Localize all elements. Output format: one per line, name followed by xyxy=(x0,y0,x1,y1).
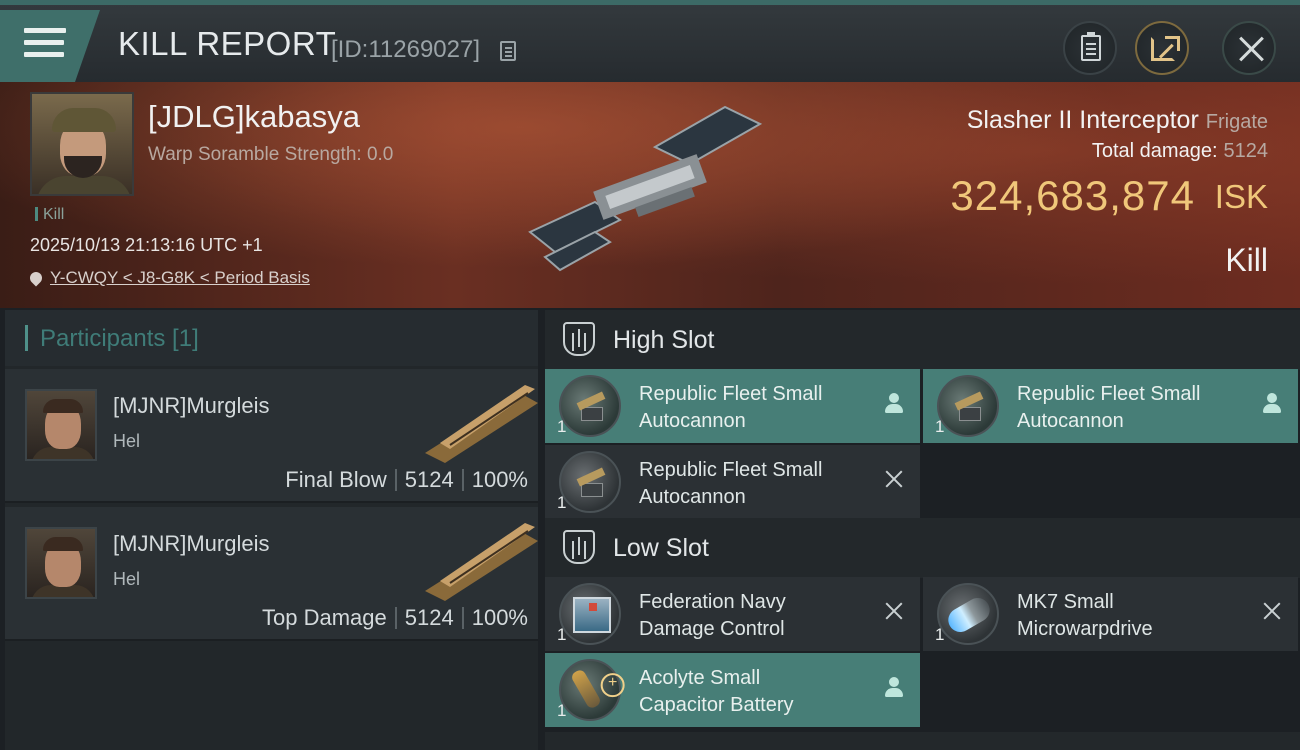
page-title: KILL REPORT xyxy=(118,25,337,62)
participant-row[interactable]: [MJNR]Murgleis Hel Top Damage 5124 100% xyxy=(5,507,538,641)
header-accent-bar xyxy=(25,325,28,351)
location-link[interactable]: Y-CWQY < J8-G8K < Period Basis xyxy=(27,268,310,288)
victim-name[interactable]: [JDLG]kabasya xyxy=(148,99,360,135)
total-damage-label: Total damage: xyxy=(1091,140,1218,162)
capacitor-battery-icon xyxy=(559,659,621,721)
participant-stats: Top Damage 5124 100% xyxy=(262,605,528,631)
high-slot-icon xyxy=(563,322,595,356)
pilot-icon xyxy=(882,675,906,699)
total-damage: Total damage: 5124 xyxy=(1092,140,1268,163)
participant-ship: Hel xyxy=(113,569,141,589)
module-name: Acolyte Small Capacitor Battery xyxy=(639,667,794,716)
participant-role: Final Blow xyxy=(285,467,387,492)
menu-button[interactable] xyxy=(0,10,100,82)
clipboard-icon xyxy=(1081,32,1101,61)
autocannon-icon xyxy=(937,375,999,437)
share-button[interactable] xyxy=(1135,21,1189,75)
clipboard-button[interactable] xyxy=(1063,21,1117,75)
module-item[interactable]: 1 Acolyte SmallCapacitor Battery xyxy=(545,653,920,727)
damage-control-icon xyxy=(559,583,621,645)
low-slot-icon xyxy=(563,530,595,564)
module-item[interactable]: 1 Federation Navy Damage Control xyxy=(545,577,920,651)
participants-title: Participants [1] xyxy=(40,325,199,352)
participant-ship-image xyxy=(425,523,538,601)
module-item[interactable]: 1 MK7 Small Microwarpdrive xyxy=(923,577,1298,651)
module-quantity: 1 xyxy=(557,493,567,512)
next-slot-header-partial xyxy=(545,732,1300,750)
participant-row[interactable]: [MJNR]Murgleis Hel Final Blow 5124 100% xyxy=(5,369,538,503)
destroyed-x-icon xyxy=(882,467,906,491)
participant-ship-image xyxy=(425,385,538,463)
module-name: MK7 Small Microwarpdrive xyxy=(1017,591,1153,640)
victim-ship-name[interactable]: Slasher II Interceptor Frigate xyxy=(967,106,1268,135)
participants-panel: Participants [1] [MJNR]Murgleis Hel Fina… xyxy=(5,310,538,750)
autocannon-icon xyxy=(559,375,621,437)
module-quantity: 1 xyxy=(935,417,945,436)
participant-name[interactable]: [MJNR]Murgleis xyxy=(113,393,269,419)
participant-avatar[interactable] xyxy=(25,527,97,599)
module-quantity: 1 xyxy=(557,625,567,644)
participant-name[interactable]: [MJNR]Murgleis xyxy=(113,531,269,557)
report-id: [ID:11269027] xyxy=(331,36,481,63)
destroyed-x-icon xyxy=(1260,599,1284,623)
participant-stats: Final Blow 5124 100% xyxy=(285,467,528,493)
low-slot-header: Low Slot xyxy=(545,518,1300,578)
ship-class: Frigate xyxy=(1205,111,1268,133)
participant-avatar[interactable] xyxy=(25,389,97,461)
module-item[interactable]: 1 Republic Fleet Small Autocannon xyxy=(545,445,920,519)
participant-damage: 5124 xyxy=(404,605,454,630)
module-item[interactable]: 1 Republic Fleet Small Autocannon xyxy=(545,369,920,443)
close-button[interactable] xyxy=(1222,21,1276,75)
module-item[interactable]: 1 Republic Fleet Small Autocannon xyxy=(923,369,1298,443)
module-name: Republic Fleet Small Autocannon xyxy=(639,459,823,508)
pilot-icon xyxy=(1260,391,1284,415)
close-icon xyxy=(1239,36,1264,62)
participants-header: Participants [1] xyxy=(5,310,538,366)
victim-ship-image xyxy=(528,105,763,272)
microwarpdrive-icon xyxy=(937,583,999,645)
pilot-icon xyxy=(882,391,906,415)
module-quantity: 1 xyxy=(935,625,945,644)
module-name: Republic Fleet Small Autocannon xyxy=(1017,383,1201,432)
destroyed-x-icon xyxy=(882,599,906,623)
hamburger-icon[interactable] xyxy=(24,28,66,60)
victim-avatar[interactable] xyxy=(30,92,134,196)
warp-scramble-strength: Warp Soramble Strength: 0.0 xyxy=(148,144,394,165)
result-label: Kill xyxy=(1225,242,1268,278)
module-quantity: 1 xyxy=(557,701,567,720)
autocannon-icon xyxy=(559,451,621,513)
high-slot-title: High Slot xyxy=(613,326,715,354)
location-pin-icon xyxy=(27,269,45,287)
copy-icon[interactable] xyxy=(500,41,516,61)
kill-tag: Kill xyxy=(35,206,64,224)
ship-name-text: Slasher II Interceptor xyxy=(966,106,1199,134)
module-name: Republic Fleet Small Autocannon xyxy=(639,383,823,432)
participant-damage: 5124 xyxy=(404,467,454,492)
kill-timestamp: 2025/10/13 21:13:16 UTC +1 xyxy=(30,235,263,255)
share-icon xyxy=(1151,36,1180,61)
isk-unit: ISK xyxy=(1214,178,1268,215)
participant-role: Top Damage xyxy=(262,605,387,630)
header-bar: KILL REPORT [ID:11269027] xyxy=(0,0,1300,82)
total-damage-value: 5124 xyxy=(1223,140,1269,162)
participant-percent: 100% xyxy=(471,467,528,492)
location-text[interactable]: Y-CWQY < J8-G8K < Period Basis xyxy=(50,268,310,287)
participant-ship: Hel xyxy=(113,431,141,451)
module-quantity: 1 xyxy=(557,417,567,436)
low-slot-title: Low Slot xyxy=(613,534,709,562)
high-slot-header: High Slot xyxy=(545,310,1300,370)
participant-percent: 100% xyxy=(471,605,528,630)
isk-value: 324,683,874 xyxy=(950,172,1195,219)
victim-banner: [JDLG]kabasya Warp Soramble Strength: 0.… xyxy=(0,82,1300,308)
module-name: Federation Navy Damage Control xyxy=(639,591,786,640)
